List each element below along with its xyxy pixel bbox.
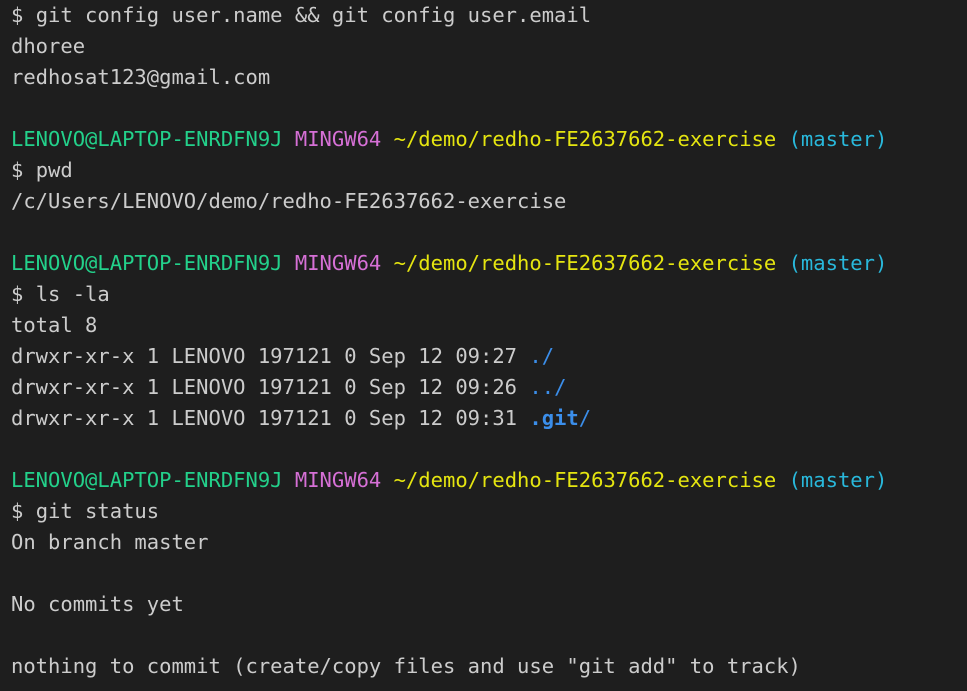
prompt-branch: (master) bbox=[788, 468, 888, 492]
ls-entry-meta: drwxr-xr-x 1 LENOVO 197121 0 Sep 12 09:3… bbox=[11, 406, 530, 430]
prompt-symbol: $ bbox=[11, 3, 24, 27]
output-line: No commits yet bbox=[11, 592, 184, 616]
prompt-branch: (master) bbox=[788, 127, 888, 151]
output-line: redhosat123@gmail.com bbox=[11, 65, 271, 89]
output-line: On branch master bbox=[11, 530, 209, 554]
prompt-line: LENOVO@LAPTOP-ENRDFN9J MINGW64 ~/demo/re… bbox=[11, 248, 967, 279]
ls-entry-name: .. bbox=[529, 375, 555, 399]
prompt-symbol: $ bbox=[11, 282, 24, 306]
prompt-user-host: LENOVO@LAPTOP-ENRDFN9J bbox=[11, 251, 283, 275]
ls-entry-suffix: / bbox=[554, 375, 567, 399]
output-line: total 8 bbox=[11, 313, 98, 337]
ls-entry-suffix: / bbox=[541, 344, 555, 368]
prompt-msystem: MINGW64 bbox=[294, 468, 382, 492]
ls-entry: drwxr-xr-x 1 LENOVO 197121 0 Sep 12 09:2… bbox=[11, 341, 967, 372]
prompt-line: LENOVO@LAPTOP-ENRDFN9J MINGW64 ~/demo/re… bbox=[11, 124, 967, 155]
ls-entry-name: .git bbox=[529, 406, 579, 430]
output-line: dhoree bbox=[11, 34, 86, 58]
command-text: git status bbox=[35, 499, 160, 523]
prompt-line: LENOVO@LAPTOP-ENRDFN9J MINGW64 ~/demo/re… bbox=[11, 465, 967, 496]
prompt-user-host: LENOVO@LAPTOP-ENRDFN9J bbox=[11, 127, 283, 151]
terminal-window[interactable]: $ git config user.name && git config use… bbox=[0, 0, 967, 691]
output-line: nothing to commit (create/copy files and… bbox=[11, 654, 801, 678]
prompt-cwd: ~/demo/redho-FE2637662-exercise bbox=[393, 468, 777, 492]
prompt-cwd: ~/demo/redho-FE2637662-exercise bbox=[393, 127, 777, 151]
output-line: /c/Users/LENOVO/demo/redho-FE2637662-exe… bbox=[11, 189, 567, 213]
prompt-branch: (master) bbox=[788, 251, 888, 275]
command-line: $ git config user.name && git config use… bbox=[11, 0, 967, 31]
prompt-symbol: $ bbox=[11, 499, 24, 523]
command-line: $ ls -la bbox=[11, 279, 967, 310]
ls-entry-meta: drwxr-xr-x 1 LENOVO 197121 0 Sep 12 09:2… bbox=[11, 344, 530, 368]
ls-entry-meta: drwxr-xr-x 1 LENOVO 197121 0 Sep 12 09:2… bbox=[11, 375, 530, 399]
prompt-symbol: $ bbox=[11, 158, 24, 182]
command-line: $ pwd bbox=[11, 155, 967, 186]
ls-entry-name: . bbox=[529, 344, 542, 368]
command-text: ls -la bbox=[35, 282, 110, 306]
ls-entry-suffix: / bbox=[578, 406, 592, 430]
command-text: git config user.name && git config user.… bbox=[35, 3, 592, 27]
command-line: $ git status bbox=[11, 496, 967, 527]
prompt-msystem: MINGW64 bbox=[294, 127, 382, 151]
prompt-msystem: MINGW64 bbox=[294, 251, 382, 275]
ls-entry: drwxr-xr-x 1 LENOVO 197121 0 Sep 12 09:2… bbox=[11, 372, 967, 403]
ls-entry: drwxr-xr-x 1 LENOVO 197121 0 Sep 12 09:3… bbox=[11, 403, 967, 434]
command-text: pwd bbox=[35, 158, 73, 182]
prompt-user-host: LENOVO@LAPTOP-ENRDFN9J bbox=[11, 468, 283, 492]
prompt-cwd: ~/demo/redho-FE2637662-exercise bbox=[393, 251, 777, 275]
